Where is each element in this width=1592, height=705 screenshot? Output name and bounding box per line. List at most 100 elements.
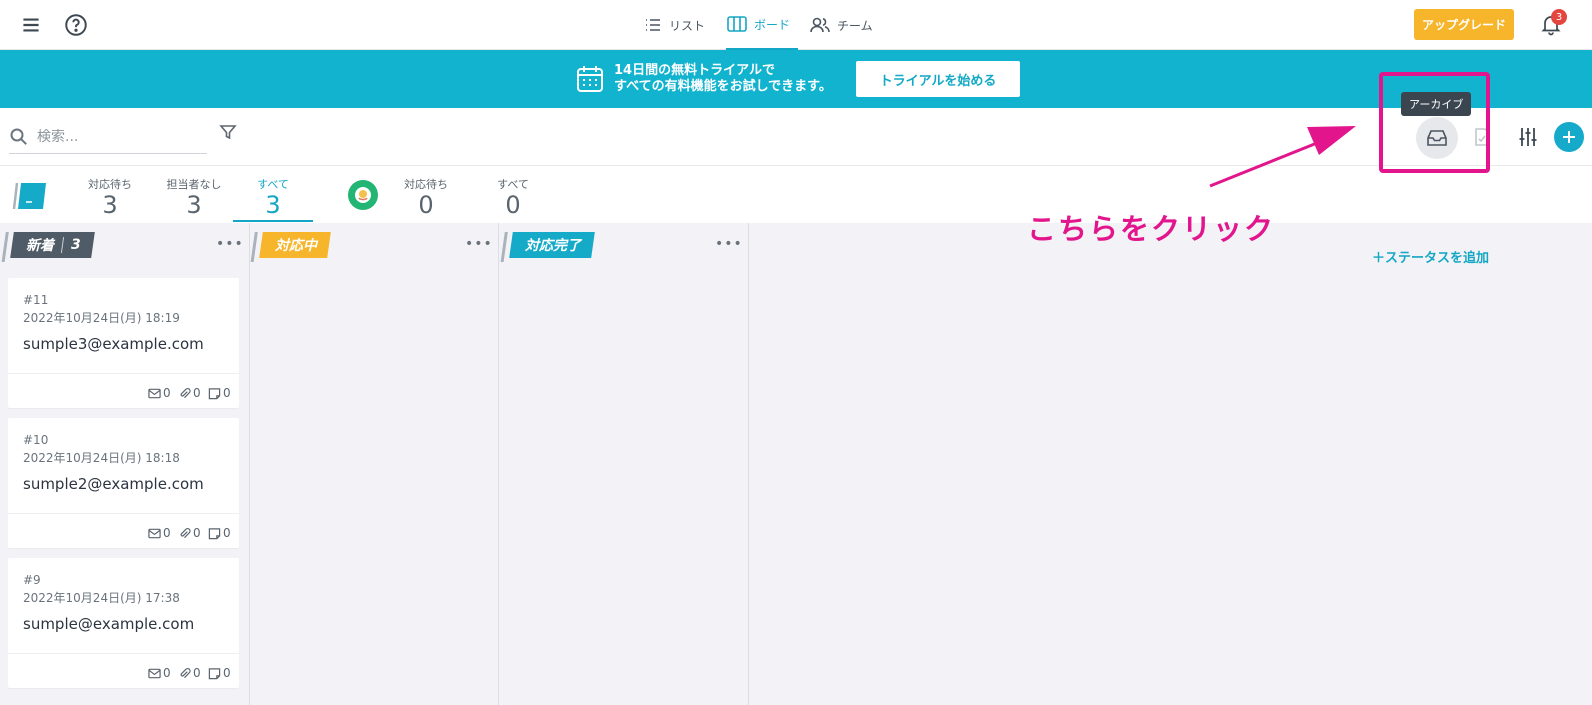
filter-icon[interactable] xyxy=(219,123,237,141)
stat-label: すべて xyxy=(257,178,289,191)
stat-value: 3 xyxy=(186,191,202,219)
ticket-id: #10 xyxy=(23,433,49,447)
tag-bar xyxy=(1,232,9,262)
stat-team-waiting[interactable]: 対応待ち 3 xyxy=(74,176,146,217)
mail-count-value: 0 xyxy=(163,386,171,400)
hamburger-menu-icon[interactable] xyxy=(18,12,44,38)
column-more-button[interactable]: ••• xyxy=(715,236,743,252)
paperclip-icon xyxy=(180,667,191,678)
help-icon[interactable] xyxy=(63,12,89,38)
column-title: 対応完了 xyxy=(525,238,581,254)
stat-label: 担当者なし xyxy=(166,178,222,191)
active-stat-underline xyxy=(233,220,313,222)
ticket-footer: 0 0 0 xyxy=(8,373,239,408)
attachment-count: 0 xyxy=(178,526,201,540)
user-avatar-icon xyxy=(355,187,371,203)
ticket-date: 2022年10月24日(月) 17:38 xyxy=(23,591,180,605)
column-count: 3 xyxy=(71,237,81,253)
annotation-label: こちらをクリック xyxy=(1027,212,1276,246)
archive-tooltip: アーカイブ xyxy=(1401,92,1472,116)
mail-count: 0 xyxy=(148,526,171,540)
stat-user-waiting[interactable]: 対応待ち 0 xyxy=(396,176,456,217)
note-count: 0 xyxy=(208,526,231,540)
column-in-progress: 対応中 ••• xyxy=(249,223,499,705)
banner-line-1: 14日間の無料トライアルで xyxy=(614,63,775,78)
column-done: 対応完了 ••• xyxy=(499,223,749,705)
settings-sliders-icon[interactable] xyxy=(1517,126,1539,148)
upgrade-button[interactable]: アップグレード xyxy=(1414,9,1514,40)
stat-value: 0 xyxy=(418,191,434,219)
note-icon xyxy=(208,527,221,539)
column-header: 対応完了 xyxy=(500,231,595,262)
notification-badge: 3 xyxy=(1551,9,1567,25)
trial-banner: 14日間の無料トライアルで すべての有料機能をお試しできます。 トライアルを始め… xyxy=(0,50,1592,108)
list-icon xyxy=(646,19,660,31)
mail-icon xyxy=(148,668,161,678)
kanban-board: 新着 3 ••• #11 2022年10月24日(月) 18:19 sumple… xyxy=(0,223,1592,705)
stats-bar: 対応待ち 3 担当者なし 3 すべて 3 対応待ち 0 すべて 0 xyxy=(0,166,1592,223)
tab-team[interactable]: チーム xyxy=(809,0,873,50)
column-header: 新着 3 xyxy=(1,231,95,262)
stat-team-all[interactable]: すべて 3 xyxy=(246,176,300,217)
stat-team-unassigned[interactable]: 担当者なし 3 xyxy=(154,176,234,217)
ticket-card[interactable]: #9 2022年10月24日(月) 17:38 sumple@example.c… xyxy=(8,558,239,688)
archive-button[interactable] xyxy=(1416,117,1458,159)
ticket-id: #11 xyxy=(23,293,49,307)
attachment-count: 0 xyxy=(178,386,201,400)
stat-value: 3 xyxy=(102,191,118,219)
ticket-id: #9 xyxy=(23,573,41,587)
note-icon xyxy=(208,667,221,679)
column-new: 新着 3 ••• #11 2022年10月24日(月) 18:19 sumple… xyxy=(0,223,250,705)
paperclip-icon xyxy=(180,387,191,398)
ticket-email: sumple2@example.com xyxy=(23,475,204,493)
mail-count: 0 xyxy=(148,666,171,680)
column-tag[interactable]: 新着 3 xyxy=(1,232,95,262)
note-count-value: 0 xyxy=(223,526,231,540)
tab-board[interactable]: ボード xyxy=(726,0,798,50)
note-icon xyxy=(208,387,221,399)
column-tag[interactable]: 対応完了 xyxy=(500,232,595,262)
ticket-email: sumple@example.com xyxy=(23,615,195,633)
ticket-footer: 0 0 0 xyxy=(8,653,239,688)
ticket-card[interactable]: #11 2022年10月24日(月) 18:19 sumple3@example… xyxy=(8,278,239,408)
board-icon xyxy=(727,16,747,32)
mail-count-value: 0 xyxy=(163,666,171,680)
attachment-count: 0 xyxy=(178,666,201,680)
search-icon xyxy=(9,127,29,147)
ticket-card[interactable]: #10 2022年10月24日(月) 18:18 sumple2@example… xyxy=(8,418,239,548)
tab-team-label: チーム xyxy=(837,18,873,33)
attachment-count-value: 0 xyxy=(193,386,201,400)
team-flag-icon[interactable] xyxy=(12,181,46,211)
stat-value: 0 xyxy=(505,191,521,219)
stat-label: すべて xyxy=(497,178,529,191)
banner-message: 14日間の無料トライアルで すべての有料機能をお試しできます。 xyxy=(614,63,832,95)
stat-value: 3 xyxy=(265,191,281,219)
ticket-email: sumple3@example.com xyxy=(23,335,204,353)
tab-list[interactable]: リスト xyxy=(643,0,705,50)
column-title: 対応中 xyxy=(275,238,317,254)
paperclip-icon xyxy=(180,527,191,538)
search-input[interactable] xyxy=(37,128,197,145)
add-button[interactable] xyxy=(1554,122,1584,152)
avatar[interactable] xyxy=(348,180,378,210)
start-trial-button[interactable]: トライアルを始める xyxy=(856,61,1020,97)
add-status-button[interactable]: ＋ステータスを追加 xyxy=(1372,247,1489,266)
stat-user-all[interactable]: すべて 0 xyxy=(488,176,538,217)
document-icon[interactable] xyxy=(1473,127,1491,147)
note-count-value: 0 xyxy=(223,666,231,680)
tab-board-label: ボード xyxy=(754,17,791,32)
team-icon xyxy=(810,17,830,33)
stat-label: 対応待ち xyxy=(88,178,132,191)
search-box xyxy=(9,120,207,154)
column-tag[interactable]: 対応中 xyxy=(250,232,331,262)
mail-icon xyxy=(148,388,161,398)
stat-label: 対応待ち xyxy=(404,178,448,191)
ticket-date: 2022年10月24日(月) 18:18 xyxy=(23,451,180,465)
mail-count-value: 0 xyxy=(163,526,171,540)
note-count: 0 xyxy=(208,666,231,680)
calendar-icon xyxy=(576,64,604,94)
note-count-value: 0 xyxy=(223,386,231,400)
column-more-button[interactable]: ••• xyxy=(216,236,244,252)
banner-line-2: すべての有料機能をお試しできます。 xyxy=(614,79,832,94)
column-more-button[interactable]: ••• xyxy=(465,236,493,252)
